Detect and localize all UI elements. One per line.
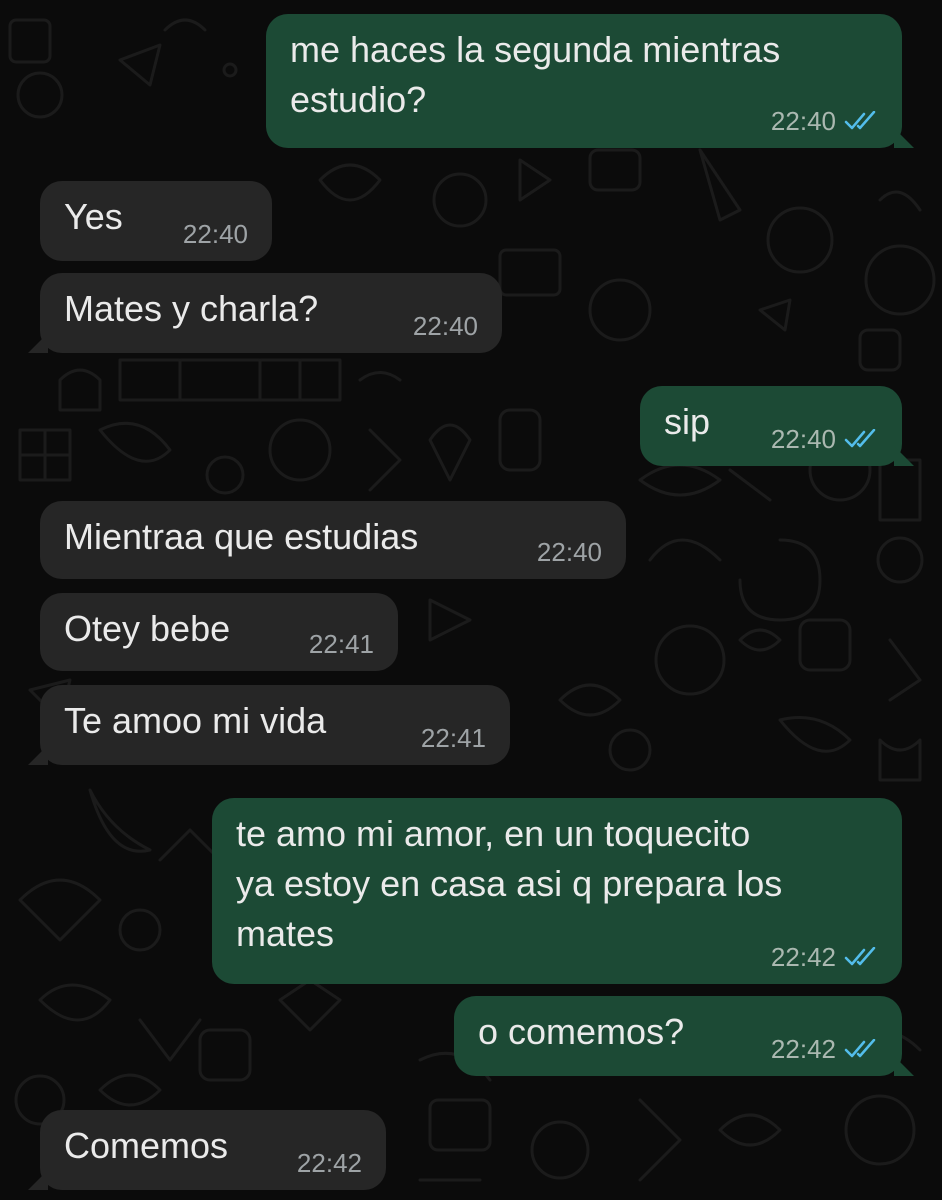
chat-conversation: me haces la segunda mientras estudio? 22… — [0, 0, 942, 1200]
double-check-read-icon — [844, 947, 876, 966]
message-text: Mientraa que estudias — [64, 516, 419, 557]
message-bubble-incoming[interactable]: Te amoo mi vida 22:41 — [28, 685, 510, 765]
message-time: 22:42 — [296, 1148, 362, 1178]
double-check-read-icon — [844, 111, 876, 130]
message-bubble-incoming[interactable]: Yes 22:40 — [40, 181, 272, 261]
bubble-tail — [894, 128, 914, 148]
bubble-tail — [28, 1170, 48, 1190]
message-bubble-incoming[interactable]: Comemos 22:42 — [28, 1110, 386, 1190]
message-meta: 22:42 — [771, 942, 878, 972]
message-text: Mates y charla? — [64, 288, 319, 329]
message-time: 22:40 — [770, 424, 836, 454]
message-text: me haces la segunda mientras estudio? — [290, 29, 781, 120]
message-bubble-outgoing[interactable]: me haces la segunda mientras estudio? 22… — [266, 14, 914, 148]
bubble-tail — [28, 745, 48, 765]
message-meta: 22:40 — [771, 106, 878, 136]
message-text: Yes — [64, 196, 123, 237]
message-time: 22:42 — [770, 1034, 836, 1064]
message-time: 22:41 — [420, 723, 486, 753]
message-text: o comemos? — [478, 1011, 685, 1052]
message-text: sip — [664, 401, 711, 442]
message-text: Otey bebe — [64, 608, 231, 649]
message-time: 22:40 — [182, 219, 248, 249]
message-bubble-incoming[interactable]: Mientraa que estudias 22:40 — [40, 501, 626, 579]
double-check-read-icon — [844, 1039, 876, 1058]
message-text: te amo mi amor, en un toquecito ya estoy… — [236, 813, 783, 954]
message-bubble-outgoing[interactable]: sip 22:40 — [640, 386, 914, 466]
message-meta: 22:42 — [771, 1034, 878, 1064]
message-time: 22:40 — [412, 311, 478, 341]
bubble-tail — [894, 446, 914, 466]
bubble-tail — [28, 333, 48, 353]
message-text: Te amoo mi vida — [64, 700, 327, 741]
message-time: 22:42 — [770, 942, 836, 972]
message-meta: 22:40 — [771, 424, 878, 454]
message-time: 22:41 — [308, 629, 374, 659]
double-check-read-icon — [844, 429, 876, 448]
message-bubble-outgoing[interactable]: te amo mi amor, en un toquecito ya estoy… — [212, 798, 902, 984]
message-time: 22:40 — [536, 537, 602, 567]
message-bubble-incoming[interactable]: Otey bebe 22:41 — [40, 593, 398, 671]
message-bubble-incoming[interactable]: Mates y charla? 22:40 — [28, 273, 502, 353]
message-bubble-outgoing[interactable]: o comemos? 22:42 — [454, 996, 914, 1076]
bubble-tail — [894, 1056, 914, 1076]
message-time: 22:40 — [770, 106, 836, 136]
message-text: Comemos — [64, 1125, 229, 1166]
